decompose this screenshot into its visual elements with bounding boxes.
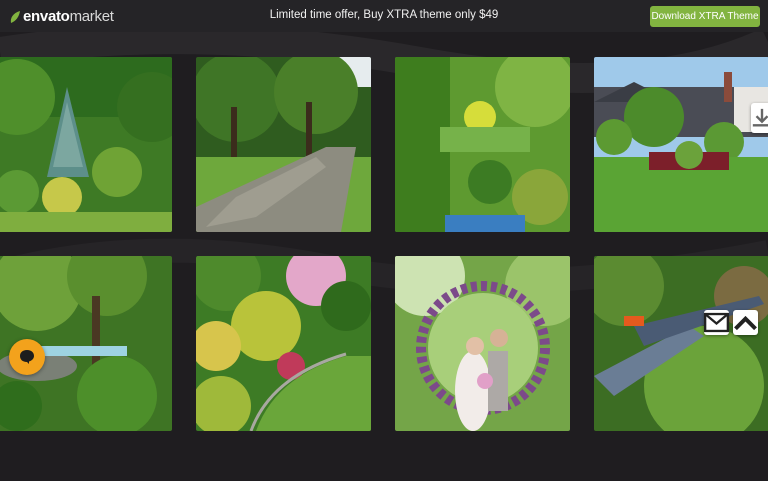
gallery-image-3[interactable] [395, 57, 570, 232]
download-theme-button[interactable]: Download XTRA Theme [650, 6, 760, 27]
gallery-image-4[interactable] [594, 57, 768, 232]
download-float-button[interactable] [751, 103, 768, 133]
gallery-image-2[interactable] [196, 57, 371, 232]
gallery-image-7[interactable] [395, 256, 570, 431]
top-bar: envatomarket Limited time offer, Buy XTR… [0, 0, 768, 32]
mail-float-button[interactable] [704, 310, 729, 335]
gallery-image-1[interactable] [0, 57, 172, 232]
scroll-top-button[interactable] [733, 310, 758, 335]
gallery-page [0, 32, 768, 481]
chat-bubble-icon [20, 350, 34, 364]
mail-icon [704, 312, 729, 333]
download-icon [752, 108, 768, 127]
chat-button[interactable] [9, 339, 45, 375]
gallery-image-8[interactable] [594, 256, 768, 431]
chevron-up-icon [734, 315, 757, 331]
gallery-image-6[interactable] [196, 256, 371, 431]
